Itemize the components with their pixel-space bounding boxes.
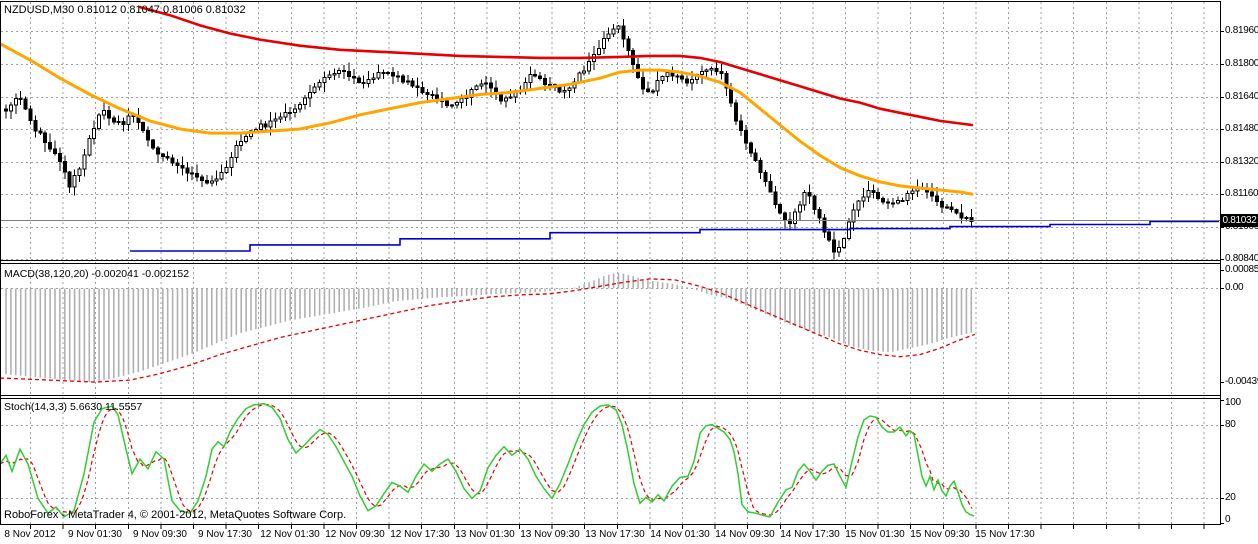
stoch-indicator-label: Stoch(14,3,3) 5.6630 11.5557	[4, 401, 143, 413]
price-tick-label: 0.81960	[1225, 25, 1258, 37]
symbol-title: NZDUSD,M30 0.81012 0.81047 0.81006 0.810…	[4, 4, 246, 16]
stoch-tick-label: 0	[1225, 514, 1231, 526]
stoch-tick-label: 20	[1225, 492, 1236, 504]
price-tick-label: 0.81160	[1225, 188, 1258, 200]
macd-tick-label: 0.00085	[1225, 264, 1258, 276]
price-tick-label: 0.81320	[1225, 155, 1258, 167]
macd-tick-label: -0.00439	[1225, 376, 1258, 388]
stoch-tick-label: 100	[1225, 396, 1241, 408]
price-tick-label: 0.81800	[1225, 57, 1258, 69]
price-tick-label: 0.81640	[1225, 90, 1258, 102]
mt4-chart-window: NZDUSD,M30 0.81012 0.81047 0.81006 0.810…	[0, 0, 1258, 544]
stoch-tick-label: 80	[1225, 418, 1236, 430]
time-axis-label: 15 Nov 17:30	[975, 529, 1035, 540]
macd-indicator-label: MACD(38,120,20) -0.002041 -0.002152	[4, 268, 190, 280]
macd-tick-label: 0.00	[1225, 282, 1244, 294]
current-price-tag: 0.81032	[1221, 214, 1258, 227]
price-tick-label: 0.80840	[1225, 253, 1258, 265]
price-tick-label: 0.81480	[1225, 123, 1258, 135]
copyright-text: RoboForex - MetaTrader 4, © 2001-2012, M…	[4, 509, 347, 521]
